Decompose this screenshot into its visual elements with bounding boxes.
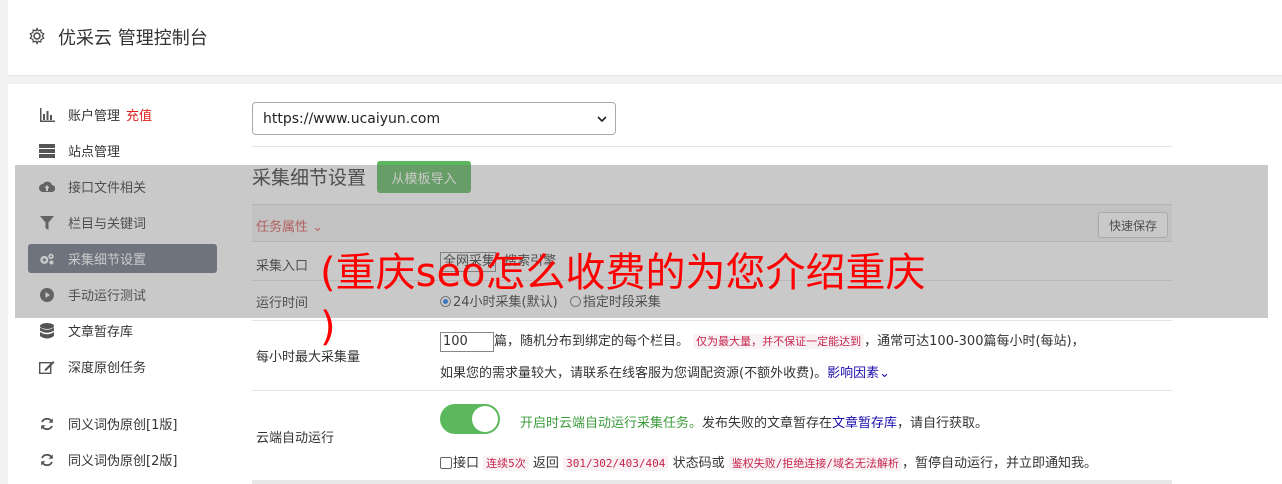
code-errors: 鉴权失败/拒绝连接/域名无法解析: [728, 456, 902, 471]
influence-factors-link[interactable]: 影响因素: [827, 366, 879, 381]
divider: [252, 390, 1172, 391]
refresh-icon: [39, 452, 55, 468]
refresh-icon: [39, 416, 55, 432]
recharge-link[interactable]: 充值: [126, 105, 152, 124]
site-select[interactable]: https://www.ucaiyun.com: [252, 102, 616, 135]
page-title: 优采云 管理控制台: [58, 28, 208, 49]
sidebar-item-synonym-v2[interactable]: 同义词伪原创[2版]: [28, 445, 217, 474]
toggle-knob: [472, 406, 498, 432]
pause-checkbox[interactable]: [440, 457, 452, 469]
watermark-line-2: ): [320, 304, 336, 350]
sidebar-item-account[interactable]: 账户管理 充值: [28, 100, 217, 129]
cloud-run-text-1: 发布失败的文章暂存在: [702, 416, 833, 431]
divider: [252, 146, 1172, 147]
cloud-run-text-2: ，请自行获取。: [897, 416, 989, 431]
watermark-text: (重庆seo怎么收费的为您介绍重庆 ): [320, 246, 980, 354]
cloud-run-toggle[interactable]: [440, 404, 500, 434]
divider: [252, 480, 1172, 484]
article-store-link[interactable]: 文章暂存库: [832, 416, 897, 431]
sidebar-item-article-store[interactable]: 文章暂存库: [28, 316, 217, 345]
pause-condition-row: 接口 连续5次 返回 301/302/403/404 状态码或 鉴权失败/拒绝连…: [440, 452, 1097, 471]
cloud-run-label: 云端自动运行: [256, 431, 335, 446]
sidebar-item-label: 站点管理: [68, 145, 121, 160]
sidebar-item-label: 文章暂存库: [68, 325, 134, 340]
sidebar-item-label: 同义词伪原创[1版]: [68, 418, 178, 433]
max-text-3: 如果您的需求量较大，请联系在线客服为您调配资源(不额外收费)。: [440, 366, 828, 381]
page-header: 优采云 管理控制台: [8, 0, 1282, 76]
sidebar-item-sites[interactable]: 站点管理: [28, 136, 217, 165]
server-icon: [39, 143, 55, 159]
text-pause-notify: ，暂停自动运行，并立即通知我。: [901, 456, 1097, 471]
code-consecutive: 连续5次: [483, 456, 529, 471]
watermark-line-1: (重庆seo怎么收费的为您介绍重庆: [320, 250, 926, 296]
code-status: 301/302/403/404: [563, 456, 669, 471]
sidebar-item-label: 深度原创任务: [68, 361, 147, 376]
sidebar-item-label: 账户管理: [68, 109, 121, 124]
double-chevron-down-icon: ⌄: [879, 366, 891, 381]
database-icon: [39, 322, 55, 339]
bar-chart-icon: [39, 107, 55, 123]
cloud-run-desc: 开启时云端自动运行采集任务。发布失败的文章暂存在文章暂存库，请自行获取。: [520, 412, 988, 431]
edit-icon: [39, 359, 55, 375]
gear-icon: [29, 27, 45, 45]
pause-checkbox-label: 接口: [453, 456, 480, 471]
site-select-value: https://www.ucaiyun.com: [263, 110, 441, 127]
sidebar-item-label: 同义词伪原创[2版]: [68, 454, 178, 469]
text-return: 返回: [532, 456, 559, 471]
text-status-or: 状态码或: [672, 456, 725, 471]
cloud-run-green-text: 开启时云端自动运行采集任务。: [520, 416, 703, 431]
chevron-down-icon: [597, 116, 607, 123]
sidebar-item-synonym-v1[interactable]: 同义词伪原创[1版]: [28, 409, 217, 438]
max-per-hour-line2: 如果您的需求量较大，请联系在线客服为您调配资源(不额外收费)。影响因素⌄: [440, 362, 890, 381]
sidebar-item-deep-original[interactable]: 深度原创任务: [28, 352, 217, 381]
